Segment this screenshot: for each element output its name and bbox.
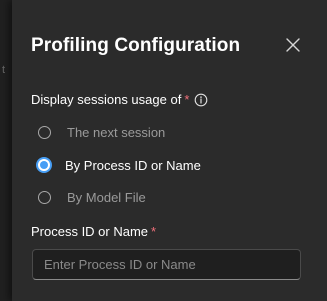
info-icon[interactable] xyxy=(194,93,208,111)
radio-by-process[interactable]: By Process ID or Name xyxy=(36,155,201,175)
radio-button-checked[interactable] xyxy=(36,157,52,173)
close-icon xyxy=(282,34,304,56)
required-mark: * xyxy=(184,92,190,107)
radio-label: By Process ID or Name xyxy=(65,157,201,173)
close-button[interactable] xyxy=(282,34,304,56)
dialog-title: Profiling Configuration xyxy=(31,35,241,56)
background-app: t xyxy=(0,0,12,301)
radio-next-session[interactable]: The next session xyxy=(38,122,165,142)
process-id-label: Process ID or Name * xyxy=(31,224,156,240)
profiling-config-panel: Profiling Configuration Display sessions… xyxy=(12,0,327,301)
sessions-usage-label-text: Display sessions usage of xyxy=(31,92,182,107)
radio-by-model-file[interactable]: By Model File xyxy=(38,187,146,207)
process-id-label-text: Process ID or Name xyxy=(31,224,149,239)
radio-label: The next session xyxy=(67,124,166,140)
required-mark: * xyxy=(151,224,157,239)
radio-label: By Model File xyxy=(67,189,146,205)
radio-button-unchecked[interactable] xyxy=(38,190,51,204)
process-id-input[interactable] xyxy=(32,249,301,280)
background-text: t xyxy=(2,64,6,76)
sessions-usage-label: Display sessions usage of * xyxy=(31,92,208,111)
radio-button-unchecked[interactable] xyxy=(38,125,51,139)
